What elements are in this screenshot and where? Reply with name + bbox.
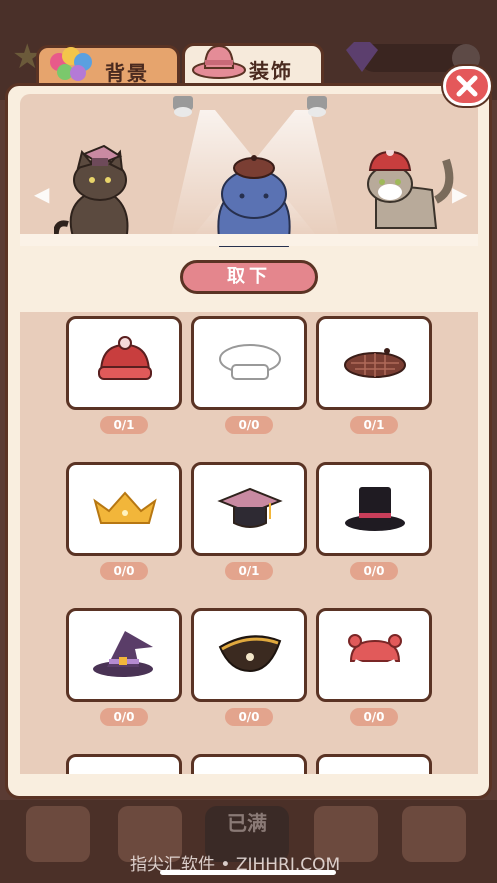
item-count: 0/0: [350, 562, 398, 580]
spotlight-icon: [173, 96, 193, 117]
item-count: 0/0: [225, 416, 273, 434]
remove-decoration-button[interactable]: 取下: [180, 260, 318, 294]
item-plaid-beret[interactable]: [316, 316, 432, 410]
close-icon: [456, 75, 478, 97]
cat-stage: ◀ ▶: [20, 94, 478, 247]
plaid-beret-icon: [344, 348, 406, 378]
item-chef-hat[interactable]: [191, 316, 307, 410]
item-partial[interactable]: [191, 754, 307, 774]
item-count: 0/0: [350, 708, 398, 726]
graduation-cap-icon: [217, 487, 283, 528]
red-beanie-hat-icon: [98, 336, 152, 380]
previous-cat-arrow-icon[interactable]: ◀: [34, 182, 49, 206]
tab-decoration-label: 装饰: [249, 59, 293, 83]
tab-background-label: 背景: [105, 61, 149, 85]
item-ear-cap[interactable]: [316, 608, 432, 702]
red-ear-cap-icon: [348, 634, 402, 668]
tabby-cat-with-red-beanie: [367, 150, 454, 229]
item-pirate-hat[interactable]: [191, 608, 307, 702]
brown-cat-with-graduation-cap: [54, 144, 129, 241]
close-button[interactable]: [443, 66, 491, 106]
balloons-icon: [50, 47, 92, 81]
black-top-hat-icon: [345, 487, 405, 531]
bottom-balloons-button[interactable]: [26, 806, 90, 862]
item-red-beanie[interactable]: [66, 316, 182, 410]
decoration-item-grid: 0/1 0/0 0/1 0/0 0/1 0/0 0/0 0/0 0/0: [20, 312, 478, 774]
home-indicator: [160, 870, 336, 875]
pink-hat-icon: [192, 44, 246, 79]
spotlight-icon: [307, 96, 327, 117]
item-partial[interactable]: [316, 754, 432, 774]
item-partial[interactable]: [66, 754, 182, 774]
item-count: 0/0: [100, 562, 148, 580]
item-count: 0/1: [100, 416, 148, 434]
witch-hat-icon: [93, 631, 153, 677]
gem-icon: [346, 42, 378, 72]
item-witch-hat[interactable]: [66, 608, 182, 702]
item-count: 0/1: [225, 562, 273, 580]
item-top-hat[interactable]: [316, 462, 432, 556]
gold-crown-icon: [93, 491, 157, 524]
chef-hat-icon: [219, 344, 281, 380]
pirate-hat-icon: [218, 635, 282, 673]
item-gold-crown[interactable]: [66, 462, 182, 556]
item-count: 0/1: [350, 416, 398, 434]
bottom-tasks-button[interactable]: [402, 806, 466, 862]
item-graduation-cap[interactable]: [191, 462, 307, 556]
decoration-panel: ◀ ▶ 取下 0/1 0/0 0/1 0/0 0/1 0/0 0/0 0/0 0…: [5, 83, 492, 799]
item-count: 0/0: [225, 708, 273, 726]
stage-floor: [20, 234, 478, 246]
item-count: 0/0: [100, 708, 148, 726]
